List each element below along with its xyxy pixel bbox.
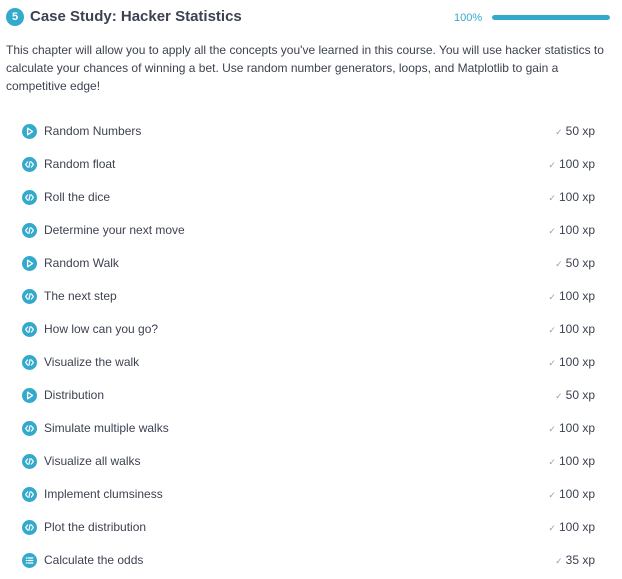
chapter-title[interactable]: Case Study: Hacker Statistics <box>30 7 242 27</box>
exercise-item[interactable]: Random float ✓ 100 xp <box>0 148 622 181</box>
list-icon <box>22 553 37 568</box>
exercise-xp: ✓ 100 xp <box>548 355 595 371</box>
code-icon <box>22 454 37 469</box>
exercise-xp: ✓ 100 xp <box>548 520 595 536</box>
xp-value: 100 xp <box>558 421 595 435</box>
exercise-title[interactable]: Implement clumsiness <box>44 487 163 502</box>
play-icon <box>22 388 37 403</box>
play-icon <box>22 256 37 271</box>
code-icon <box>22 289 37 304</box>
exercise-title[interactable]: Random Numbers <box>44 124 141 139</box>
xp-value: 100 xp <box>558 520 595 534</box>
xp-value: 50 xp <box>565 124 595 138</box>
exercise-title[interactable]: Random Walk <box>44 256 119 271</box>
code-icon <box>22 157 37 172</box>
exercise-xp: ✓ 100 xp <box>548 157 595 173</box>
completed-check-icon: ✓ <box>548 457 556 467</box>
exercise-item[interactable]: Calculate the odds ✓ 35 xp <box>0 544 622 577</box>
progress-bar <box>492 15 610 20</box>
exercise-item[interactable]: Determine your next move ✓ 100 xp <box>0 214 622 247</box>
completed-check-icon: ✓ <box>555 556 563 566</box>
progress-bar-fill <box>492 15 610 20</box>
exercise-title[interactable]: How low can you go? <box>44 322 158 337</box>
chapter-description: This chapter will allow you to apply all… <box>6 43 604 93</box>
code-icon <box>22 487 37 502</box>
xp-value: 35 xp <box>565 553 595 567</box>
code-icon <box>22 421 37 436</box>
xp-value: 100 xp <box>558 223 595 237</box>
xp-value: 100 xp <box>558 157 595 171</box>
exercise-title[interactable]: Simulate multiple walks <box>44 421 169 436</box>
exercise-item[interactable]: Visualize all walks ✓ 100 xp <box>0 445 622 478</box>
code-icon <box>22 355 37 370</box>
exercise-title[interactable]: Visualize the walk <box>44 355 139 370</box>
exercise-xp: ✓ 100 xp <box>548 421 595 437</box>
chapter-header: 5 Case Study: Hacker Statistics 100% <box>6 7 614 29</box>
completed-check-icon: ✓ <box>548 226 556 236</box>
exercise-item[interactable]: Plot the distribution ✓ 100 xp <box>0 511 622 544</box>
exercise-xp: ✓ 35 xp <box>555 553 595 569</box>
exercise-xp: ✓ 100 xp <box>548 289 595 305</box>
xp-value: 100 xp <box>558 355 595 369</box>
exercise-xp: ✓ 100 xp <box>548 190 595 206</box>
exercise-title[interactable]: Calculate the odds <box>44 553 143 568</box>
exercise-item[interactable]: The next step ✓ 100 xp <box>0 280 622 313</box>
xp-value: 100 xp <box>558 190 595 204</box>
exercise-title[interactable]: Plot the distribution <box>44 520 146 535</box>
completed-check-icon: ✓ <box>548 490 556 500</box>
completed-check-icon: ✓ <box>548 424 556 434</box>
completed-check-icon: ✓ <box>548 292 556 302</box>
completed-check-icon: ✓ <box>555 391 563 401</box>
exercise-xp: ✓ 100 xp <box>548 223 595 239</box>
exercise-xp: ✓ 50 xp <box>555 388 595 404</box>
exercise-xp: ✓ 100 xp <box>548 322 595 338</box>
exercise-item[interactable]: How low can you go? ✓ 100 xp <box>0 313 622 346</box>
exercise-item[interactable]: Implement clumsiness ✓ 100 xp <box>0 478 622 511</box>
xp-value: 100 xp <box>558 454 595 468</box>
exercise-title[interactable]: The next step <box>44 289 117 304</box>
xp-value: 100 xp <box>558 487 595 501</box>
play-icon <box>22 124 37 139</box>
completed-check-icon: ✓ <box>548 523 556 533</box>
exercise-xp: ✓ 100 xp <box>548 487 595 503</box>
completed-check-icon: ✓ <box>555 259 563 269</box>
progress-percentage: 100% <box>454 12 483 24</box>
exercise-title[interactable]: Roll the dice <box>44 190 110 205</box>
completed-check-icon: ✓ <box>548 358 556 368</box>
exercise-item[interactable]: Roll the dice ✓ 100 xp <box>0 181 622 214</box>
chapter-number-badge: 5 <box>6 8 24 26</box>
exercise-xp: ✓ 100 xp <box>548 454 595 470</box>
completed-check-icon: ✓ <box>548 160 556 170</box>
code-icon <box>22 520 37 535</box>
exercise-list: Random Numbers ✓ 50 xp Random float ✓ 100 … <box>0 115 622 577</box>
xp-value: 50 xp <box>565 388 595 402</box>
exercise-title[interactable]: Distribution <box>44 388 104 403</box>
completed-check-icon: ✓ <box>548 193 556 203</box>
code-icon <box>22 190 37 205</box>
exercise-item[interactable]: Visualize the walk ✓ 100 xp <box>0 346 622 379</box>
exercise-title[interactable]: Visualize all walks <box>44 454 141 469</box>
completed-check-icon: ✓ <box>548 325 556 335</box>
xp-value: 50 xp <box>565 256 595 270</box>
code-icon <box>22 223 37 238</box>
exercise-xp: ✓ 50 xp <box>555 256 595 272</box>
xp-value: 100 xp <box>558 289 595 303</box>
exercise-title[interactable]: Random float <box>44 157 115 172</box>
completed-check-icon: ✓ <box>555 127 563 137</box>
exercise-item[interactable]: Random Walk ✓ 50 xp <box>0 247 622 280</box>
exercise-item[interactable]: Distribution ✓ 50 xp <box>0 379 622 412</box>
exercise-xp: ✓ 50 xp <box>555 124 595 140</box>
exercise-item[interactable]: Simulate multiple walks ✓ 100 xp <box>0 412 622 445</box>
xp-value: 100 xp <box>558 322 595 336</box>
code-icon <box>22 322 37 337</box>
exercise-title[interactable]: Determine your next move <box>44 223 185 238</box>
exercise-item[interactable]: Random Numbers ✓ 50 xp <box>0 115 622 148</box>
